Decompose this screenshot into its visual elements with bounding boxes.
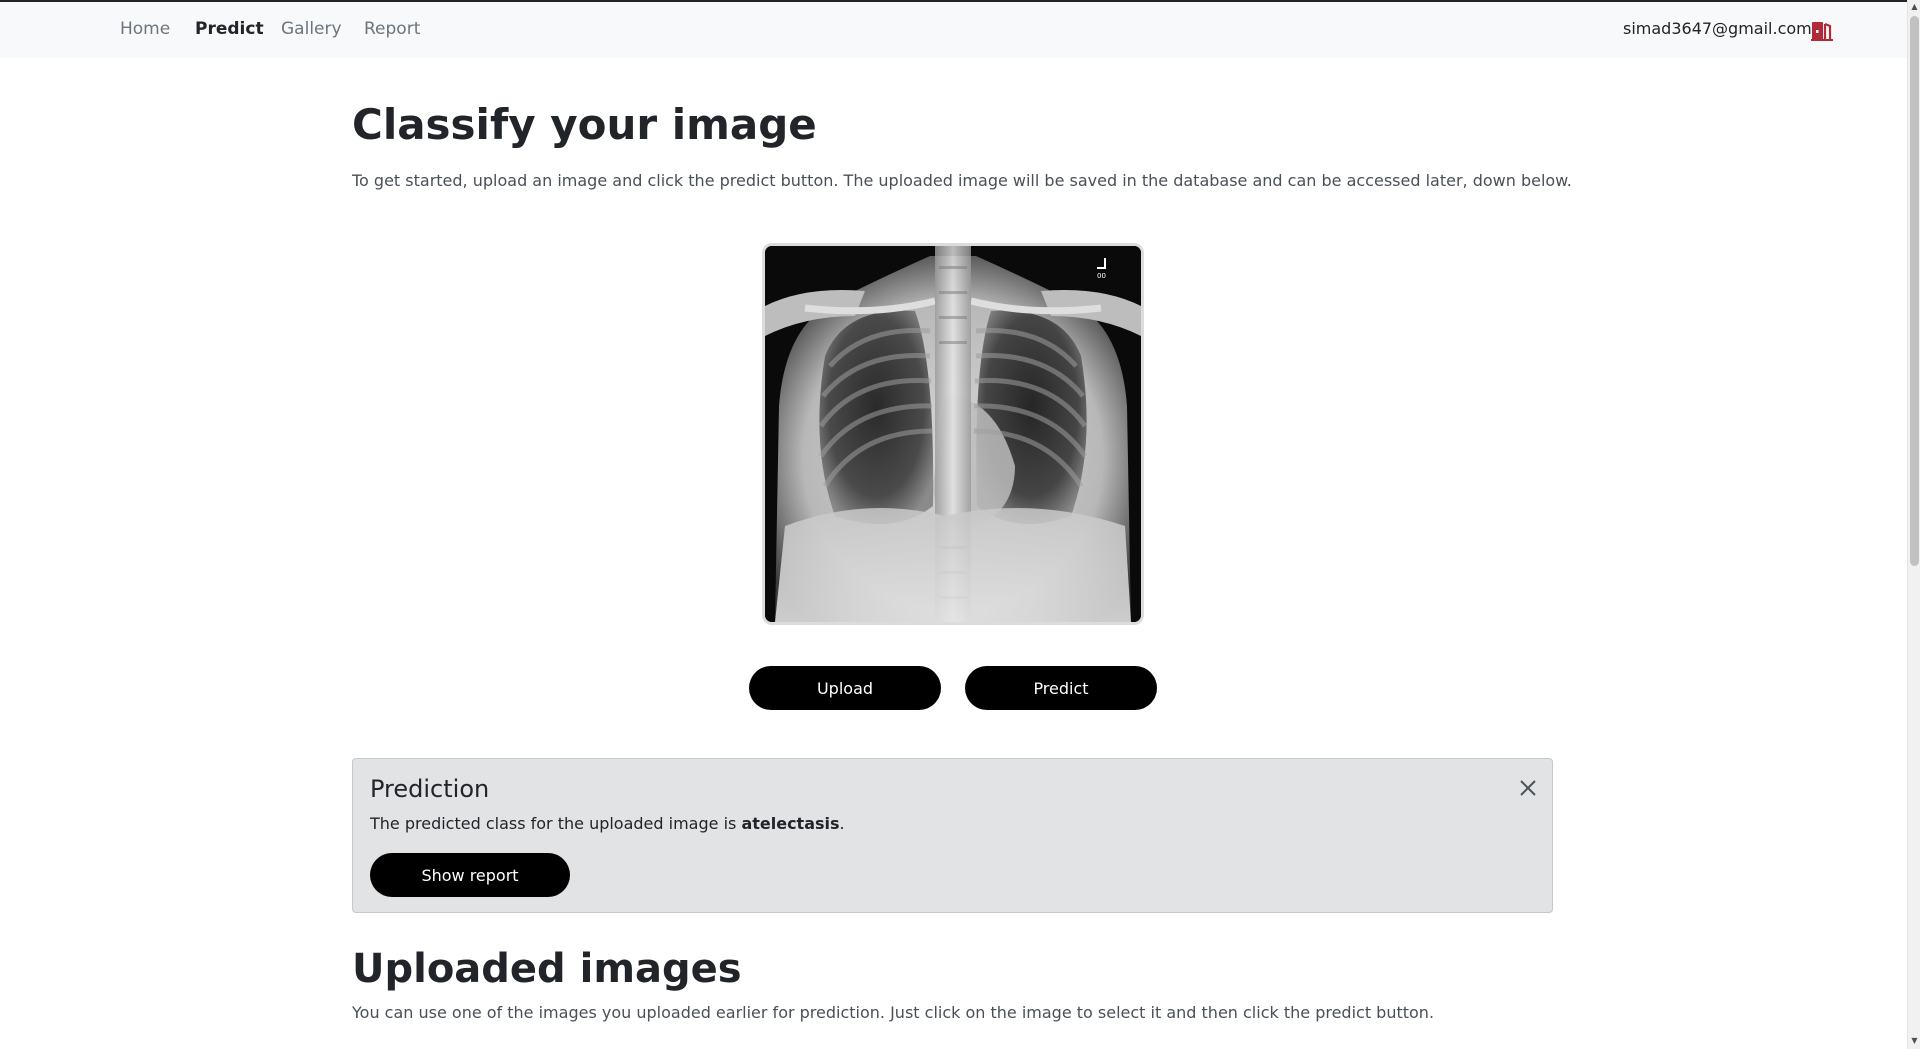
uploaded-image-preview[interactable]: 00	[762, 243, 1144, 625]
show-report-button[interactable]: Show report	[370, 853, 570, 897]
navbar: Home Predict Gallery Report simad3647@gm…	[0, 2, 1907, 58]
nav-report-link[interactable]: Report	[364, 19, 420, 39]
prediction-alert: Prediction The predicted class for the u…	[352, 758, 1553, 913]
page-scrollbar[interactable]: ▲ ▼	[1907, 0, 1920, 1049]
scroll-down-icon[interactable]: ▼	[1910, 1036, 1919, 1046]
chest-xray-image: 00	[765, 246, 1141, 622]
predict-button[interactable]: Predict	[965, 666, 1157, 710]
uploaded-images-title: Uploaded images	[352, 946, 742, 992]
prediction-text-suffix: .	[839, 814, 845, 833]
page-title: Classify your image	[352, 100, 817, 149]
nav-home-link[interactable]: Home	[120, 19, 170, 39]
scroll-thumb[interactable]	[1910, 16, 1919, 566]
upload-button[interactable]: Upload	[749, 666, 941, 710]
scroll-up-icon[interactable]: ▲	[1910, 2, 1919, 12]
prediction-text-prefix: The predicted class for the uploaded ima…	[370, 814, 742, 833]
predicted-class: atelectasis	[741, 814, 840, 833]
user-email: simad3647@gmail.com	[1623, 19, 1812, 38]
prediction-title: Prediction	[370, 775, 490, 803]
door-exit-icon[interactable]	[1810, 20, 1834, 42]
nav-predict-link[interactable]: Predict	[195, 19, 264, 39]
prediction-text: The predicted class for the uploaded ima…	[370, 814, 845, 833]
page-description: To get started, upload an image and clic…	[352, 171, 1572, 190]
close-icon[interactable]	[1517, 777, 1539, 799]
nav-gallery-link[interactable]: Gallery	[281, 19, 342, 39]
uploaded-images-description: You can use one of the images you upload…	[352, 1003, 1435, 1022]
svg-text:00: 00	[1097, 272, 1106, 280]
